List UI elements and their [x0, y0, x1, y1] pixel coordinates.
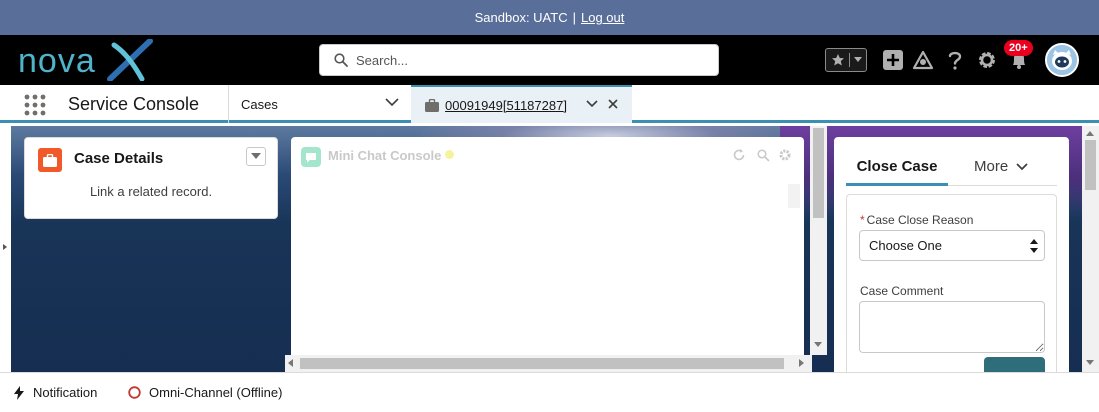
lightning-icon: [14, 385, 24, 400]
utility-notification[interactable]: Notification: [13, 385, 97, 400]
scrollbar-thumb[interactable]: [1085, 140, 1096, 190]
page-scrollbar[interactable]: [1082, 126, 1099, 372]
utility-notification-label: Notification: [33, 385, 98, 400]
required-indicator: *: [860, 213, 865, 227]
chat-title: Mini Chat Console: [328, 148, 442, 163]
gear-icon[interactable]: [976, 48, 998, 72]
star-icon: [826, 53, 850, 67]
chevron-down-icon: [251, 153, 261, 159]
close-case-tabs: Close Case More: [846, 153, 1057, 186]
help-icon[interactable]: [945, 48, 965, 72]
offline-status-icon: [128, 386, 141, 399]
chevron-down-icon: [1016, 162, 1028, 170]
novax-logo: nova: [18, 39, 153, 81]
search-icon: [334, 53, 348, 67]
case-icon: [38, 148, 62, 172]
notification-count-badge: 20+: [1004, 40, 1033, 56]
favorites-button[interactable]: [825, 48, 867, 72]
workspace-tab-case[interactable]: 00091949[51187287]: [411, 85, 632, 123]
utility-omni-channel[interactable]: Omni-Channel (Offline): [128, 385, 282, 400]
tab-more-label: More: [974, 158, 1009, 175]
card-body-text: Link a related record.: [89, 184, 213, 199]
close-icon[interactable]: [607, 98, 619, 110]
card-title: Case Details: [74, 150, 164, 167]
close-case-form: * Case Close Reason Choose One Case Comme…: [846, 194, 1057, 372]
save-button[interactable]: Save: [984, 357, 1045, 372]
navigation-bar: Service Console Cases 00091949[51187287]: [0, 85, 1099, 123]
select-arrows-icon: [1030, 239, 1038, 253]
search-input[interactable]: [356, 52, 696, 68]
sandbox-label: Sandbox: UATC: [474, 10, 568, 25]
scroll-down-icon[interactable]: [1086, 360, 1094, 365]
vertical-scrollbar[interactable]: [810, 126, 827, 355]
chat-icon: [301, 147, 321, 167]
chevron-down-icon[interactable]: [385, 97, 399, 107]
case-close-reason-text: Case Close Reason: [866, 213, 974, 227]
case-close-reason-value: Choose One: [869, 238, 942, 253]
case-details-card: Case Details Link a related record.: [24, 137, 278, 219]
horizontal-scrollbar[interactable]: [285, 355, 812, 372]
nav-item-cases[interactable]: Cases: [228, 85, 411, 123]
gear-icon[interactable]: [777, 147, 793, 163]
global-header: nova 20+: [0, 35, 1099, 85]
chevron-down-icon[interactable]: [586, 99, 598, 109]
tab-more[interactable]: More: [974, 158, 1028, 175]
nav-item-label: Cases: [241, 96, 278, 112]
scrollbar-thumb[interactable]: [300, 358, 784, 369]
scroll-down-icon[interactable]: [814, 342, 822, 347]
banner-separator: |: [572, 10, 576, 25]
scrollbar-thumb[interactable]: [813, 128, 824, 218]
utility-bar: Notification Omni-Channel (Offline): [0, 372, 1099, 412]
sandbox-banner: Sandbox: UATC | Log out: [0, 0, 1099, 35]
card-menu-button[interactable]: [246, 147, 266, 166]
avatar[interactable]: [1045, 43, 1079, 77]
chevron-right-icon: [3, 244, 7, 250]
workspace-tab-label[interactable]: 00091949[51187287]: [445, 98, 567, 113]
svg-text:nova: nova: [18, 42, 96, 80]
scroll-right-icon[interactable]: [799, 359, 804, 367]
tab-close-case[interactable]: Close Case: [846, 153, 948, 186]
scroll-up-icon[interactable]: [1086, 131, 1094, 136]
case-icon: [425, 98, 439, 112]
utility-omni-label: Omni-Channel (Offline): [149, 385, 283, 400]
logout-link[interactable]: Log out: [581, 10, 624, 25]
global-search[interactable]: [319, 44, 719, 76]
close-case-panel: Close Case More * Case Close Reason Choos…: [834, 137, 1069, 372]
workspace-area: Case Details Link a related record. Mini…: [0, 126, 1099, 372]
scroll-left-icon[interactable]: [288, 359, 293, 367]
refresh-icon[interactable]: [731, 147, 747, 163]
chevron-down-icon[interactable]: [850, 57, 866, 63]
search-icon[interactable]: [755, 147, 771, 163]
case-comment-label: Case Comment: [860, 284, 944, 298]
add-icon[interactable]: [882, 48, 904, 72]
app-launcher-icon[interactable]: [24, 94, 46, 116]
case-close-reason-label: * Case Close Reason: [860, 213, 973, 227]
case-close-reason-select[interactable]: Choose One: [859, 230, 1045, 261]
chat-scrollbar[interactable]: [788, 184, 800, 208]
mini-chat-console: Mini Chat Console: [291, 137, 804, 372]
case-comment-textarea[interactable]: [859, 301, 1045, 353]
left-panel-toggle[interactable]: [0, 126, 11, 372]
app-name: Service Console: [68, 94, 200, 114]
chat-status-dot: [445, 150, 454, 159]
trailhead-icon[interactable]: [911, 48, 935, 72]
